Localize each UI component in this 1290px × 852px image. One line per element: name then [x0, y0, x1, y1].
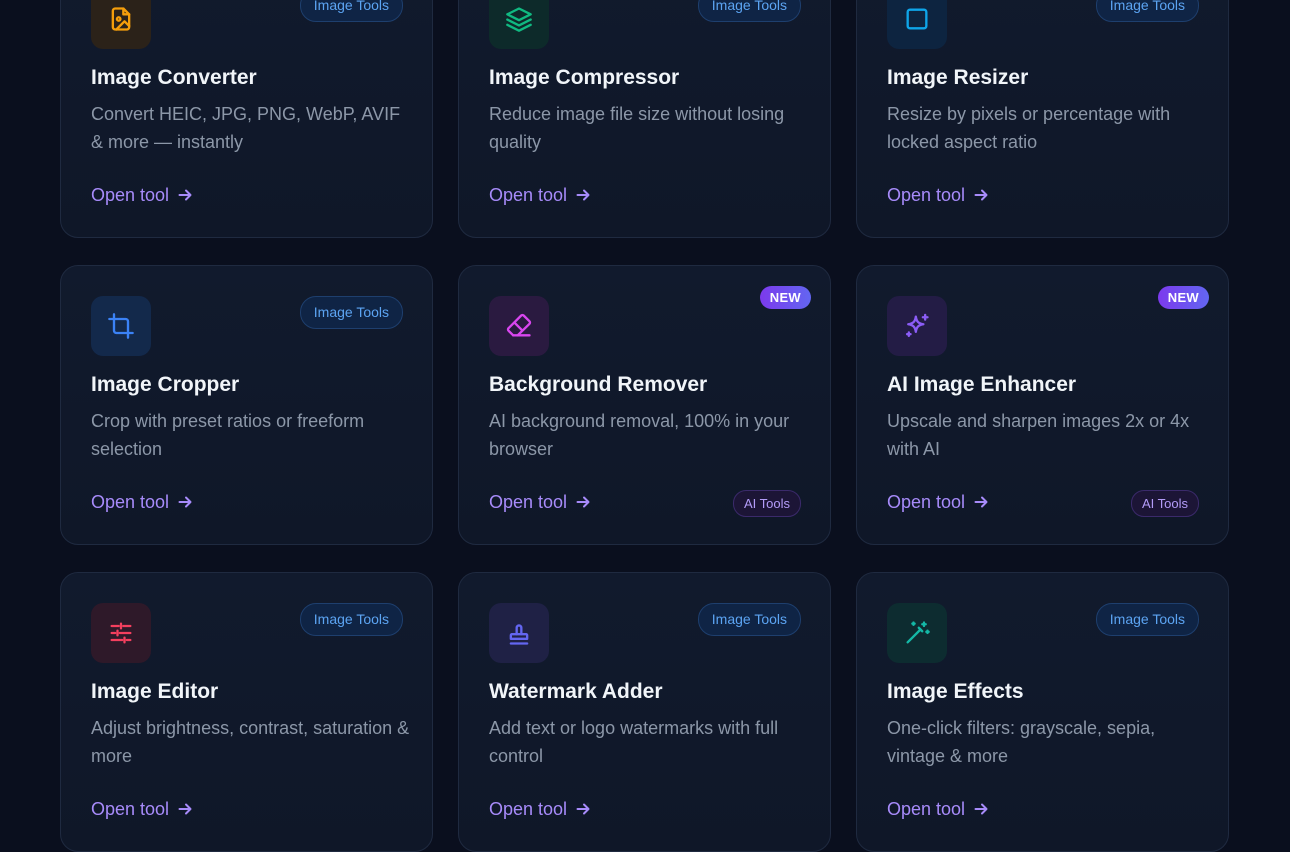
arrow-right-icon [974, 496, 988, 508]
open-tool-label: Open tool [887, 799, 966, 819]
tool-card-watermark-adder[interactable]: Image Tools Watermark Adder Add text or … [458, 572, 831, 852]
card-title: Watermark Adder [489, 680, 663, 703]
category-badge: Image Tools [1095, 0, 1199, 22]
tool-card-image-editor[interactable]: Image Tools Image Editor Adjust brightne… [60, 572, 433, 852]
open-tool-label: Open tool [489, 799, 568, 819]
arrow-right-icon [974, 189, 988, 201]
tool-card-image-effects[interactable]: Image Tools Image Effects One-click filt… [856, 572, 1229, 852]
open-tool-label: Open tool [91, 185, 170, 205]
card-description: One-click filters: grayscale, sepia, vin… [887, 718, 1156, 766]
category-badge: Image Tools [697, 0, 801, 22]
card-description: Resize by pixels or percentage with lock… [887, 104, 1171, 152]
card-title: AI Image Enhancer [887, 373, 1077, 396]
card-description: Upscale and sharpen images 2x or 4x with… [887, 411, 1190, 459]
card-title: Image Converter [91, 66, 257, 89]
open-tool-label: Open tool [887, 492, 966, 512]
arrow-right-icon [974, 803, 988, 815]
open-tool-label: Open tool [91, 799, 170, 819]
tool-card-image-converter[interactable]: Image Tools Image Converter Convert HEIC… [60, 0, 433, 238]
category-badge: Image Tools [697, 603, 801, 636]
new-badge: NEW [759, 286, 811, 309]
card-description: Adjust brightness, contrast, saturation … [91, 718, 410, 766]
open-tool-link[interactable]: Open tool [489, 798, 591, 820]
layers-icon [489, 0, 549, 49]
card-title: Image Compressor [489, 66, 680, 89]
file-image-icon [91, 0, 151, 49]
arrow-right-icon [576, 803, 590, 815]
card-title: Background Remover [489, 373, 708, 396]
open-tool-link[interactable]: Open tool [91, 491, 193, 513]
arrow-right-icon [576, 189, 590, 201]
arrow-right-icon [576, 496, 590, 508]
open-tool-link[interactable]: Open tool [91, 184, 193, 206]
open-tool-label: Open tool [91, 492, 170, 512]
open-tool-label: Open tool [489, 492, 568, 512]
card-description: Convert HEIC, JPG, PNG, WebP, AVIF & mor… [91, 104, 401, 152]
square-icon [887, 0, 947, 49]
card-description: Add text or logo watermarks with full co… [489, 718, 779, 766]
tool-card-background-remover[interactable]: NEW Background Remover AI background rem… [458, 265, 831, 545]
sparkles-icon [887, 296, 947, 356]
tool-card-image-resizer[interactable]: Image Tools Image Resizer Resize by pixe… [856, 0, 1229, 238]
card-description: AI background removal, 100% in your brow… [489, 411, 790, 459]
sliders-icon [91, 603, 151, 663]
stamp-icon [489, 603, 549, 663]
card-description: Crop with preset ratios or freeform sele… [91, 411, 365, 459]
tool-card-image-cropper[interactable]: Image Tools Image Cropper Crop with pres… [60, 265, 433, 545]
open-tool-label: Open tool [489, 185, 568, 205]
tool-card-image-compressor[interactable]: Image Tools Image Compressor Reduce imag… [458, 0, 831, 238]
tools-grid: Image Tools Image Converter Convert HEIC… [60, 0, 1230, 852]
open-tool-link[interactable]: Open tool [489, 491, 591, 513]
category-badge: Image Tools [299, 0, 403, 22]
card-title: Image Editor [91, 680, 219, 703]
card-title: Image Effects [887, 680, 1024, 703]
category-badge: Image Tools [299, 296, 403, 329]
open-tool-label: Open tool [887, 185, 966, 205]
category-badge: Image Tools [1095, 603, 1199, 636]
arrow-right-icon [178, 496, 192, 508]
new-badge: NEW [1157, 286, 1209, 309]
arrow-right-icon [178, 803, 192, 815]
ai-tools-badge: AI Tools [732, 490, 801, 517]
open-tool-link[interactable]: Open tool [887, 491, 989, 513]
eraser-icon [489, 296, 549, 356]
open-tool-link[interactable]: Open tool [887, 184, 989, 206]
crop-icon [91, 296, 151, 356]
tool-card-ai-image-enhancer[interactable]: NEW AI Image Enhancer Upscale and sharpe… [856, 265, 1229, 545]
card-title: Image Resizer [887, 66, 1029, 89]
arrow-right-icon [178, 189, 192, 201]
open-tool-link[interactable]: Open tool [91, 798, 193, 820]
category-badge: Image Tools [299, 603, 403, 636]
ai-tools-badge: AI Tools [1130, 490, 1199, 517]
card-description: Reduce image file size without losing qu… [489, 104, 785, 152]
magic-wand-icon [887, 603, 947, 663]
card-title: Image Cropper [91, 373, 240, 396]
open-tool-link[interactable]: Open tool [489, 184, 591, 206]
open-tool-link[interactable]: Open tool [887, 798, 989, 820]
